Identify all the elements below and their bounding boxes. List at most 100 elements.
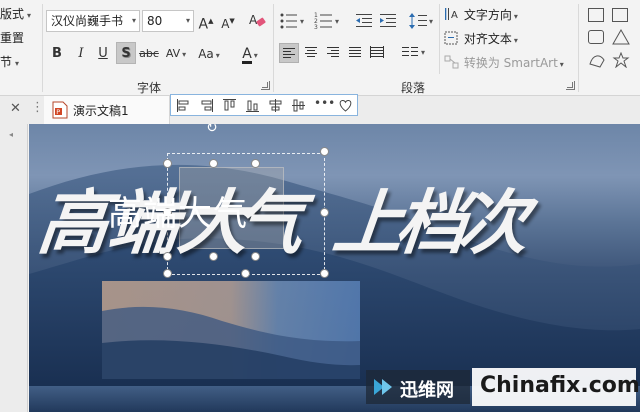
resize-handle[interactable] xyxy=(320,147,329,156)
rotate-handle-icon[interactable]: ↻ xyxy=(206,124,218,136)
collapse-panel-icon[interactable]: ◂ xyxy=(9,130,13,139)
numbered-list-icon: 1 2 3 ▾ xyxy=(314,12,339,31)
resize-handle[interactable] xyxy=(163,159,172,168)
align-right-icon xyxy=(327,47,339,57)
slide-thumbnail-panel[interactable]: ◂ xyxy=(0,124,28,412)
resize-handle[interactable] xyxy=(320,208,329,217)
bold-button[interactable]: B xyxy=(48,43,66,65)
outdent-icon xyxy=(356,14,372,27)
strikethrough-button[interactable]: abc xyxy=(138,43,160,65)
subtitle-landscape xyxy=(102,306,360,379)
align-bottom-objects-icon[interactable] xyxy=(245,98,260,113)
svg-text:▾: ▾ xyxy=(429,17,433,26)
convert-to-smartart-button[interactable]: 转换为 SmartArt ▾ xyxy=(444,54,564,71)
layout-button[interactable]: 版式 ▾ xyxy=(0,5,31,22)
triangle-shape-icon[interactable] xyxy=(612,28,630,48)
text-box-vertical-shape-icon[interactable] xyxy=(612,8,628,22)
svg-text:A: A xyxy=(451,10,458,21)
italic-button[interactable]: I xyxy=(72,43,90,65)
align-middle-objects-icon[interactable] xyxy=(291,98,306,113)
increase-indent-button[interactable] xyxy=(378,10,400,32)
align-text-icon xyxy=(444,31,458,45)
subtitle-picture-box[interactable] xyxy=(102,281,360,379)
rounded-rect-shape-icon[interactable] xyxy=(588,30,604,44)
title-char: 次 xyxy=(454,181,531,264)
font-dialog-launcher[interactable] xyxy=(261,81,270,90)
justify-button[interactable] xyxy=(346,43,366,63)
close-icon[interactable]: ✕ xyxy=(10,101,21,116)
font-name-combo[interactable]: 汉仪尚巍手书 ▾ xyxy=(46,10,140,32)
font-size-combo[interactable]: 80 ▾ xyxy=(142,10,194,32)
bullets-button[interactable]: ▾ xyxy=(279,10,304,32)
subtitle-text[interactable]: 高端大气 xyxy=(108,186,248,235)
watermark-site: Chinafix.com xyxy=(472,368,640,406)
floating-align-toolbar: ••• xyxy=(170,94,358,116)
align-center-button[interactable] xyxy=(302,43,322,63)
font-color-button[interactable]: A ▾ xyxy=(235,43,265,65)
paragraph-group-label: 段落 xyxy=(401,81,426,95)
columns-icon: ▾ xyxy=(402,47,425,57)
line-spacing-button[interactable]: ▾ xyxy=(408,10,436,32)
change-case-button[interactable]: Aa ▾ xyxy=(194,43,224,65)
align-left-icon xyxy=(283,48,295,58)
svg-text:▾: ▾ xyxy=(300,17,304,26)
align-left-objects-icon[interactable] xyxy=(176,98,191,113)
paragraph-dialog-launcher[interactable] xyxy=(566,81,575,90)
more-align-options-icon[interactable]: ••• xyxy=(314,96,335,110)
align-center-objects-icon[interactable] xyxy=(268,98,283,113)
freeform-shape-icon[interactable] xyxy=(588,52,606,71)
ribbon: 版式 ▾ 重置 节 ▾ 汉仪尚巍手书 ▾ 80 ▾ A▲ A▼ A B I U S ab… xyxy=(0,0,640,96)
resize-handle[interactable] xyxy=(241,269,250,278)
decrease-font-size-button[interactable]: A▼ xyxy=(219,10,237,32)
svg-text:A: A xyxy=(249,13,258,27)
resize-handle[interactable] xyxy=(251,252,260,261)
align-right-button[interactable] xyxy=(324,43,344,63)
align-right-objects-icon[interactable] xyxy=(199,98,214,113)
numbering-button[interactable]: 1 2 3 ▾ xyxy=(314,10,339,32)
character-spacing-button[interactable]: AV ▾ xyxy=(163,43,189,65)
star-shape-icon[interactable] xyxy=(612,51,630,71)
underline-button[interactable]: U xyxy=(94,43,112,65)
presentation-file-icon: P xyxy=(52,101,68,119)
xunwei-logo-icon xyxy=(374,379,392,395)
text-direction-icon: A xyxy=(445,8,458,21)
line-spacing-icon: ▾ xyxy=(409,13,433,29)
decrease-indent-button[interactable] xyxy=(354,10,376,32)
favorite-heart-icon[interactable] xyxy=(338,98,353,113)
svg-text:3: 3 xyxy=(314,24,318,31)
group-separator xyxy=(578,4,579,92)
align-top-objects-icon[interactable] xyxy=(222,98,237,113)
title-char: 高 xyxy=(34,181,111,264)
svg-text:▾: ▾ xyxy=(421,48,425,57)
svg-text:P: P xyxy=(56,108,60,116)
resize-handle[interactable] xyxy=(251,159,260,168)
align-center-icon xyxy=(305,47,317,57)
group-separator xyxy=(42,4,43,92)
inner-separator xyxy=(439,4,440,74)
increase-font-size-button[interactable]: A▲ xyxy=(197,10,215,33)
more-options-icon[interactable]: ⋮ xyxy=(31,100,44,115)
reset-button[interactable]: 重置 xyxy=(0,29,24,46)
section-button[interactable]: 节 ▾ xyxy=(0,53,19,70)
text-shadow-button[interactable]: S xyxy=(116,42,136,64)
align-text-button[interactable]: 对齐文本 ▾ xyxy=(444,30,518,47)
document-tab[interactable]: P 演示文稿1 xyxy=(44,96,170,124)
text-direction-button[interactable]: A 文字方向 ▾ xyxy=(444,6,518,23)
resize-handle[interactable] xyxy=(209,252,218,261)
resize-handle[interactable] xyxy=(163,252,172,261)
clear-formatting-button[interactable]: A xyxy=(246,10,268,32)
text-box-shape-icon[interactable] xyxy=(588,8,604,22)
justify-icon xyxy=(349,47,361,57)
columns-button[interactable]: ▾ xyxy=(400,43,430,63)
resize-handle[interactable] xyxy=(209,159,218,168)
resize-handle[interactable] xyxy=(163,269,172,278)
document-title: 演示文稿1 xyxy=(73,104,129,118)
distributed-button[interactable] xyxy=(368,43,388,63)
font-group-label: 字体 xyxy=(137,81,162,95)
group-separator xyxy=(273,4,274,92)
align-left-button[interactable] xyxy=(279,43,299,63)
distributed-icon xyxy=(370,46,384,58)
smartart-icon xyxy=(444,55,459,69)
resize-handle[interactable] xyxy=(320,269,329,278)
svg-text:▾: ▾ xyxy=(335,17,339,26)
